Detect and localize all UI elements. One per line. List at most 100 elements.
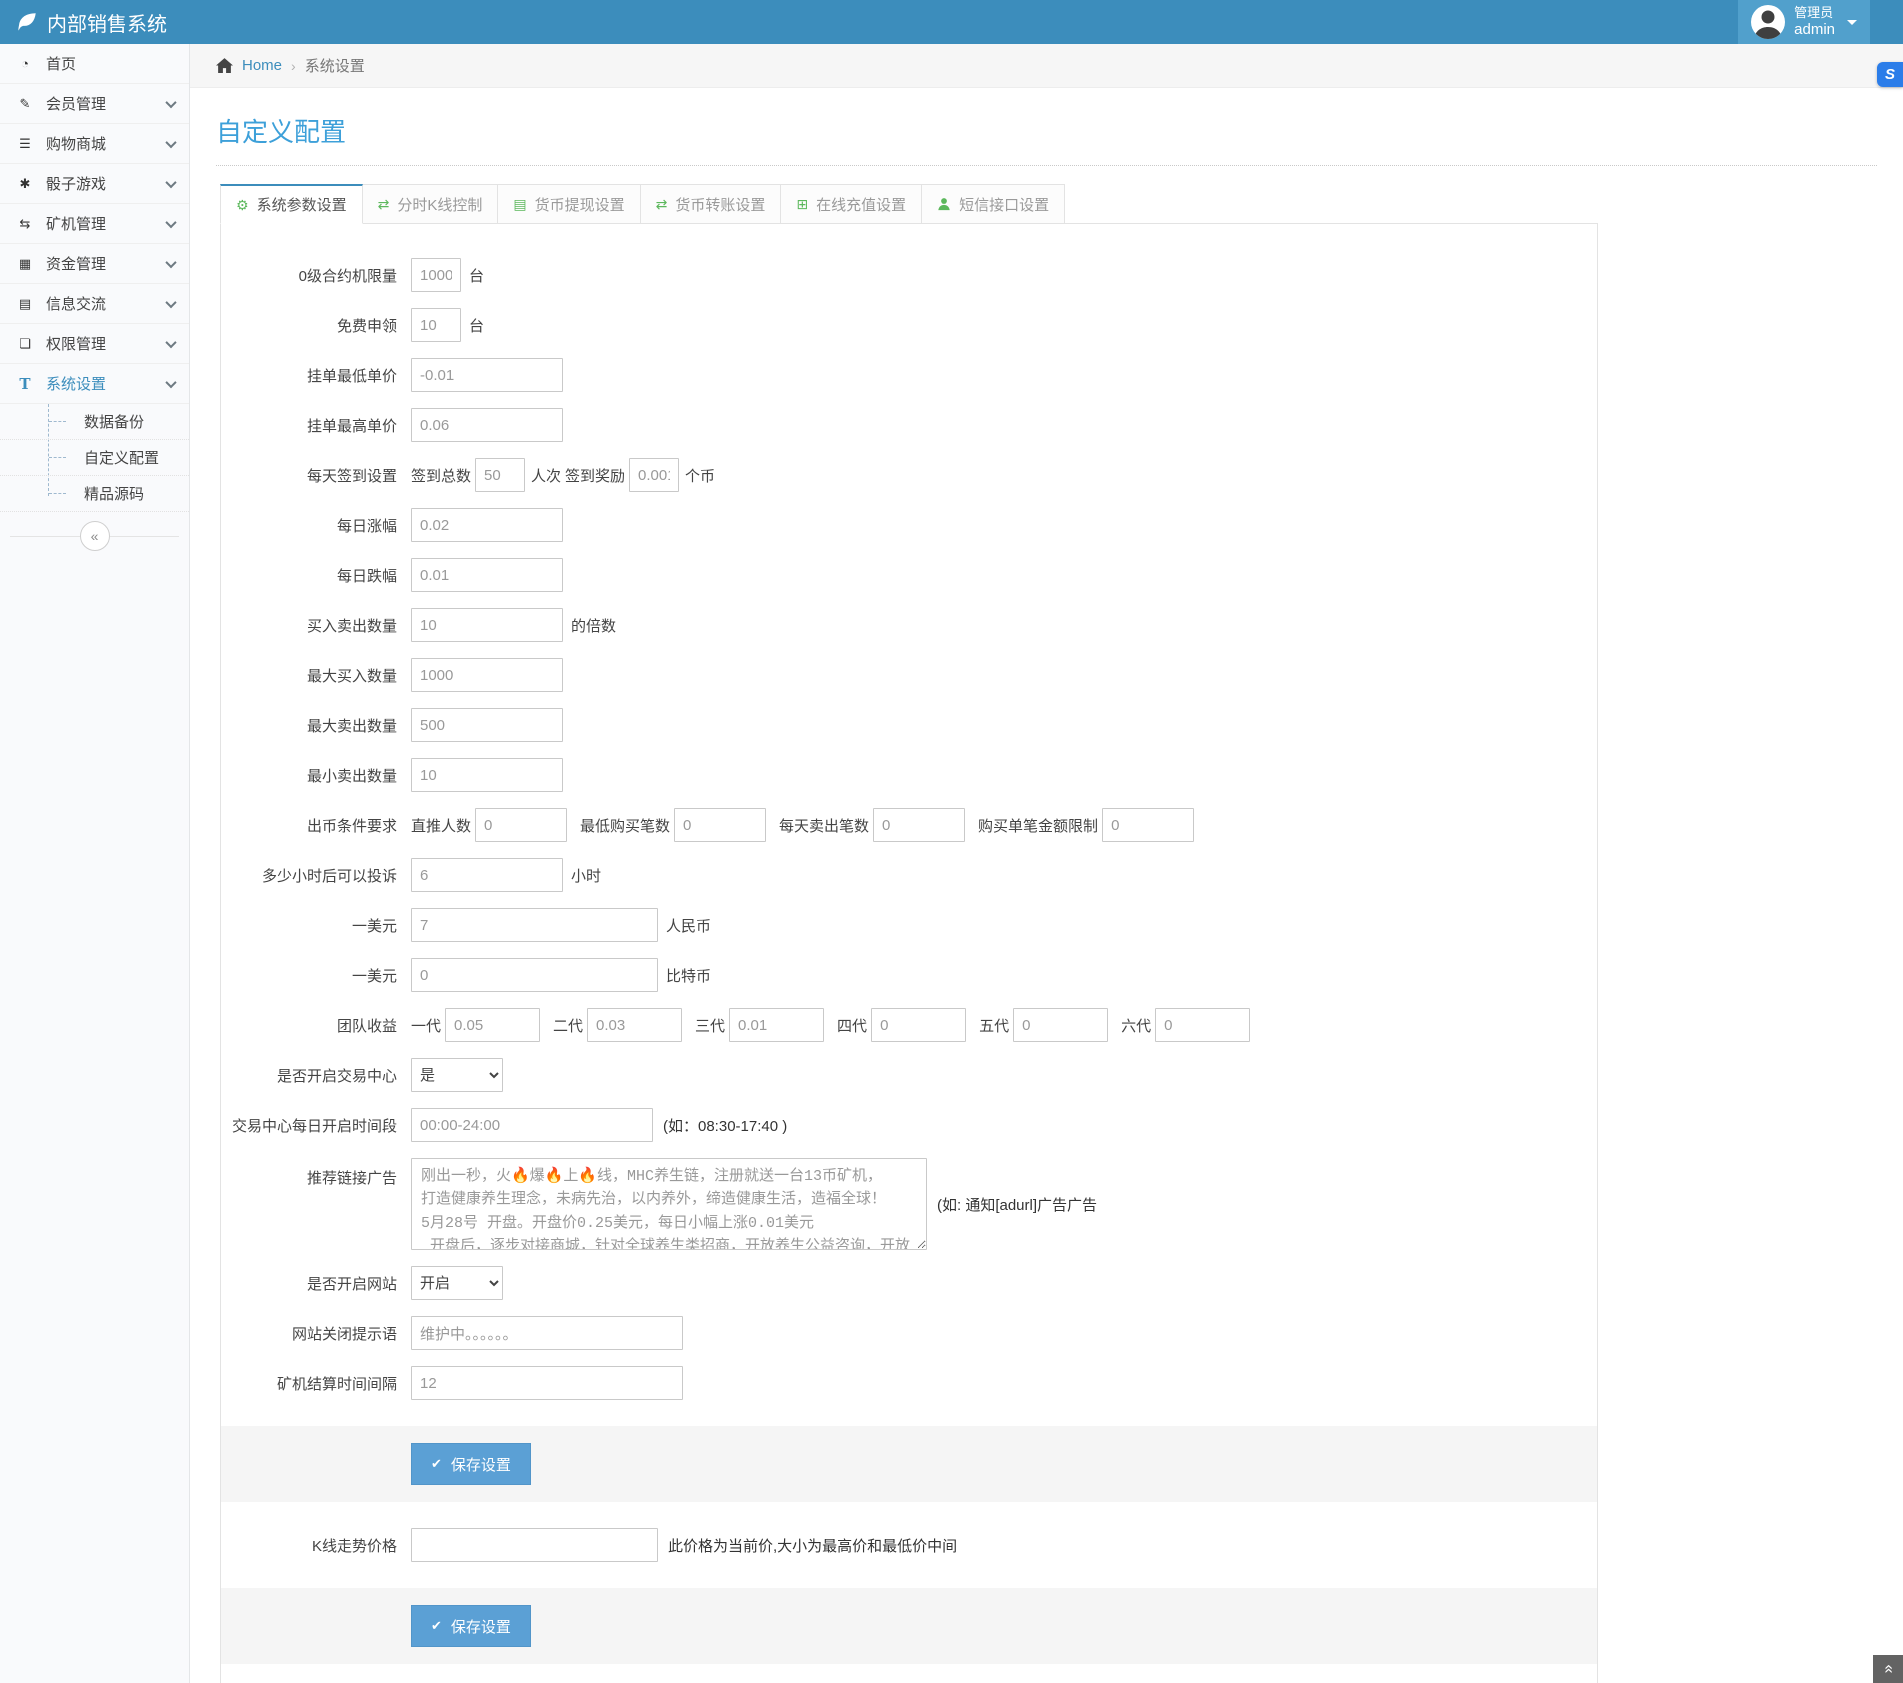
signin-total-input[interactable] xyxy=(475,458,525,492)
exchange-icon: ⇄ xyxy=(378,197,390,211)
tab-sms-settings[interactable]: 短信接口设置 xyxy=(922,184,1065,224)
sidebar-item-home[interactable]: ◔ 首页 xyxy=(0,44,189,84)
sidebar-subitem-custom-config[interactable]: 自定义配置 xyxy=(0,440,189,476)
save-settings-button[interactable]: ✔ 保存设置 xyxy=(411,1443,531,1485)
usd-cny-input[interactable] xyxy=(411,908,658,942)
field-label: 团队收益 xyxy=(221,1015,411,1036)
field-label: 矿机结算时间间隔 xyxy=(221,1373,411,1394)
field-label: 是否开启网站 xyxy=(221,1273,411,1294)
direct-referrals-input[interactable] xyxy=(475,808,567,842)
check-icon: ✔ xyxy=(431,1618,442,1634)
contract-limit-input[interactable] xyxy=(411,258,461,292)
file-icon: ❏ xyxy=(16,336,34,352)
sidebar-collapse-button[interactable]: « xyxy=(80,521,110,551)
sidebar-item-messages[interactable]: ▤ 信息交流 xyxy=(0,284,189,324)
daily-fall-input[interactable] xyxy=(411,558,563,592)
chevron-down-icon xyxy=(165,256,176,267)
gears-icon: ⚙ xyxy=(236,198,249,212)
sidebar-item-dice-game[interactable]: ✱ 骰子游戏 xyxy=(0,164,189,204)
credit-card-icon: ▤ xyxy=(513,197,526,211)
daily-sells-input[interactable] xyxy=(873,808,965,842)
field-label: 最小卖出数量 xyxy=(221,765,411,786)
user-menu[interactable]: 管理员 admin xyxy=(1738,0,1870,44)
site-closed-msg-input[interactable] xyxy=(411,1316,683,1350)
site-open-select[interactable]: 开启 xyxy=(411,1266,503,1300)
gen2-income-input[interactable] xyxy=(587,1008,682,1042)
chevron-down-icon xyxy=(165,216,176,227)
tab-withdraw-settings[interactable]: ▤ 货币提现设置 xyxy=(498,184,640,224)
back-to-top-button[interactable]: « xyxy=(1873,1655,1903,1683)
gen4-income-input[interactable] xyxy=(871,1008,966,1042)
max-buy-input[interactable] xyxy=(411,658,563,692)
breadcrumb-home-link[interactable]: Home xyxy=(242,57,282,74)
sidebar-subitem-data-backup[interactable]: 数据备份 xyxy=(0,404,189,440)
sidebar: ◔ 首页 ✎ 会员管理 ☰ 购物商城 ✱ 骰子游戏 ⇆ 矿机管理 ▦ 资金管理 xyxy=(0,44,190,1683)
gen6-income-input[interactable] xyxy=(1155,1008,1250,1042)
text-width-icon: T xyxy=(16,375,34,393)
field-label: 挂单最低单价 xyxy=(221,365,411,386)
user-name: admin xyxy=(1794,21,1835,39)
calendar-icon: ▦ xyxy=(16,256,34,272)
trade-hours-input[interactable] xyxy=(411,1108,653,1142)
trade-multiple-input[interactable] xyxy=(411,608,563,642)
plus-square-icon: ⊞ xyxy=(796,197,808,211)
kline-form-footer: ✔ 保存设置 xyxy=(221,1588,1597,1664)
system-params-panel: 0级合约机限量 台 免费申领 台 挂单最低单价 挂单最高单价 每天签到设置 签到… xyxy=(220,223,1598,1683)
gen5-income-input[interactable] xyxy=(1013,1008,1108,1042)
trade-center-select[interactable]: 是 xyxy=(411,1058,503,1092)
field-label: 是否开启交易中心 xyxy=(221,1065,411,1086)
usd-btc-input[interactable] xyxy=(411,958,658,992)
kline-price-input[interactable] xyxy=(411,1528,658,1562)
dashboard-icon: ◔ xyxy=(16,56,34,71)
chevron-down-icon xyxy=(165,296,176,307)
ad-link-hint: (如: 通知[adurl]广告广告 xyxy=(937,1194,1097,1215)
shuffle-icon: ⇆ xyxy=(16,216,34,232)
sidebar-item-system-settings[interactable]: T 系统设置 xyxy=(0,364,189,404)
min-order-price-input[interactable] xyxy=(411,358,563,392)
tab-kline-control[interactable]: ⇄ 分时K线控制 xyxy=(363,184,499,224)
signin-reward-input[interactable] xyxy=(629,458,679,492)
sidebar-subitem-premium-source[interactable]: 精品源码 xyxy=(0,476,189,512)
field-label: 最大买入数量 xyxy=(221,665,411,686)
max-order-price-input[interactable] xyxy=(411,408,563,442)
daily-rise-input[interactable] xyxy=(411,508,563,542)
field-label: 挂单最高单价 xyxy=(221,415,411,436)
tab-recharge-settings[interactable]: ⊞ 在线充值设置 xyxy=(781,184,922,224)
breadcrumb: Home › 系统设置 xyxy=(190,44,1903,88)
field-label: 0级合约机限量 xyxy=(221,265,411,286)
field-label: 交易中心每日开启时间段 xyxy=(221,1115,411,1136)
field-label: 买入卖出数量 xyxy=(221,615,411,636)
sidebar-item-members[interactable]: ✎ 会员管理 xyxy=(0,84,189,124)
max-sell-input[interactable] xyxy=(411,708,563,742)
list-alt-icon: ▤ xyxy=(16,296,34,312)
gen1-income-input[interactable] xyxy=(445,1008,540,1042)
check-icon: ✔ xyxy=(431,1456,442,1472)
chevron-down-icon xyxy=(165,376,176,387)
field-label: 免费申领 xyxy=(221,315,411,336)
sidebar-item-permissions[interactable]: ❏ 权限管理 xyxy=(0,324,189,364)
app-logo[interactable]: 内部销售系统 xyxy=(0,0,190,44)
complaint-hours-input[interactable] xyxy=(411,858,563,892)
tab-transfer-settings[interactable]: ⇄ 货币转账设置 xyxy=(641,184,782,224)
list-icon: ☰ xyxy=(16,136,34,152)
field-label: K线走势价格 xyxy=(221,1535,411,1556)
chevron-down-icon xyxy=(165,176,176,187)
field-label: 出币条件要求 xyxy=(221,815,411,836)
tab-system-params[interactable]: ⚙ 系统参数设置 xyxy=(220,184,363,224)
ad-link-textarea[interactable]: 刚出一秒，火🔥爆🔥上🔥线，MHC养生链，注册就送一台13币矿机， 打造健康养生理… xyxy=(411,1158,927,1250)
app-title: 内部销售系统 xyxy=(47,8,167,37)
sidebar-item-funds[interactable]: ▦ 资金管理 xyxy=(0,244,189,284)
angle-double-left-icon: « xyxy=(91,528,99,544)
customer-service-widget[interactable]: S xyxy=(1877,62,1903,87)
miner-interval-input[interactable] xyxy=(411,1366,683,1400)
sidebar-item-mall[interactable]: ☰ 购物商城 xyxy=(0,124,189,164)
field-label: 多少小时后可以投诉 xyxy=(221,865,411,886)
min-purchases-input[interactable] xyxy=(674,808,766,842)
min-sell-input[interactable] xyxy=(411,758,563,792)
settings-tabs: ⚙ 系统参数设置 ⇄ 分时K线控制 ▤ 货币提现设置 ⇄ 货币转账设置 ⊞ 在线… xyxy=(220,184,1903,224)
save-kline-settings-button[interactable]: ✔ 保存设置 xyxy=(411,1605,531,1647)
free-claim-input[interactable] xyxy=(411,308,461,342)
gen3-income-input[interactable] xyxy=(729,1008,824,1042)
single-purchase-limit-input[interactable] xyxy=(1102,808,1194,842)
sidebar-item-miners[interactable]: ⇆ 矿机管理 xyxy=(0,204,189,244)
